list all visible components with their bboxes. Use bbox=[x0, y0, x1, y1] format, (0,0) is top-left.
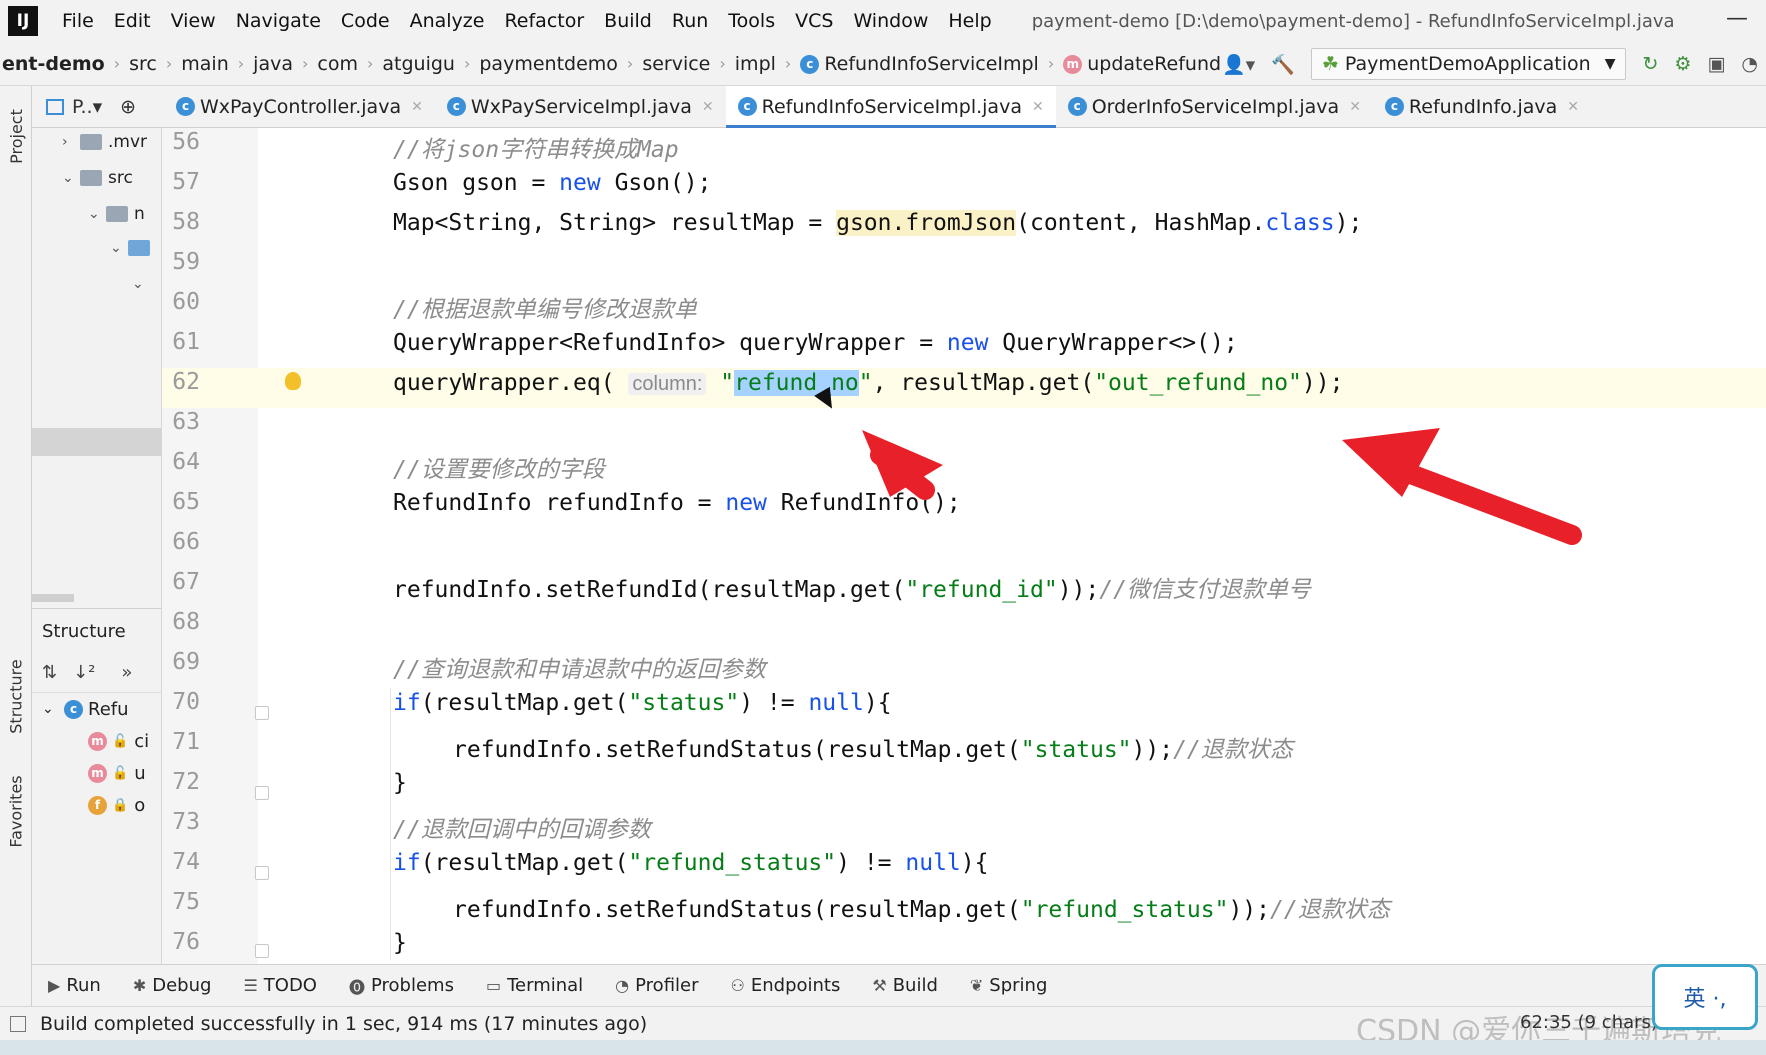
tool-terminal[interactable]: ▭ Terminal bbox=[470, 975, 599, 996]
os-taskbar bbox=[0, 1040, 1766, 1055]
profiler-icon: ◔ bbox=[615, 976, 630, 995]
tool-todo[interactable]: ☰ TODO bbox=[227, 975, 333, 996]
tool-build[interactable]: ⚒ Build bbox=[856, 975, 954, 996]
red-arrow-annotation-left bbox=[862, 430, 943, 500]
annotation-overlay bbox=[862, 428, 1582, 545]
tool-problems-label: Problems bbox=[371, 975, 454, 996]
tool-debug-label: Debug bbox=[152, 975, 212, 996]
tool-endpoints[interactable]: ⚇ Endpoints bbox=[715, 975, 857, 996]
hammer-icon: ⚒ bbox=[872, 976, 887, 995]
ide-window: IJ File Edit View Navigate Code Analyze … bbox=[0, 0, 1766, 1055]
tool-spring[interactable]: ❦ Spring bbox=[954, 975, 1064, 996]
tool-debug[interactable]: ✱ Debug bbox=[117, 975, 228, 996]
tool-terminal-label: Terminal bbox=[507, 975, 584, 996]
tool-build-label: Build bbox=[892, 975, 938, 996]
status-toggle-icon[interactable] bbox=[10, 1015, 26, 1032]
ime-indicator[interactable]: 英 ·, bbox=[1652, 964, 1758, 1030]
tool-spring-label: Spring bbox=[989, 975, 1048, 996]
tool-endpoints-label: Endpoints bbox=[750, 975, 841, 996]
tool-todo-label: TODO bbox=[263, 975, 317, 996]
terminal-icon: ▭ bbox=[485, 976, 502, 995]
spring-leaf-icon: ❦ bbox=[969, 976, 984, 995]
red-arrow-annotation-right bbox=[1342, 428, 1582, 545]
bug-icon: ✱ bbox=[132, 976, 147, 995]
tool-run[interactable]: ▶ Run bbox=[32, 975, 117, 996]
endpoints-icon: ⚇ bbox=[730, 976, 745, 995]
status-message: Build completed successfully in 1 sec, 9… bbox=[40, 1012, 648, 1035]
tool-run-label: Run bbox=[66, 975, 101, 996]
info-icon: ⓿ bbox=[348, 977, 365, 997]
run-icon: ▶ bbox=[48, 976, 61, 995]
tool-profiler[interactable]: ◔ Profiler bbox=[599, 975, 714, 996]
caret-position[interactable]: 62:35 (9 chars) bbox=[1520, 1012, 1658, 1033]
tool-profiler-label: Profiler bbox=[635, 975, 699, 996]
tool-window-bar: ▶ Run ✱ Debug ☰ TODO ⓿ Problems ▭ Terminal ◔ P… bbox=[32, 964, 1766, 1006]
list-icon: ☰ bbox=[243, 976, 258, 995]
tool-problems[interactable]: ⓿ Problems bbox=[333, 974, 470, 998]
